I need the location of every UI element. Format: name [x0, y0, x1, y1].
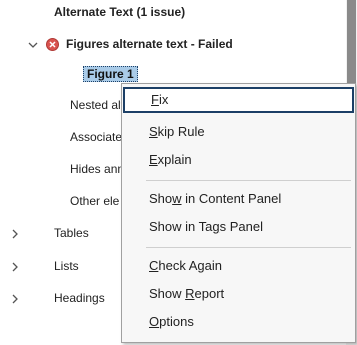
menu-item-fix[interactable]: Fix	[123, 87, 354, 113]
chevron-right-icon[interactable]	[11, 262, 19, 272]
tree-item-label: Lists	[54, 259, 79, 273]
menu-label-pre: Sho	[149, 191, 173, 206]
menu-label-pre: Show	[149, 286, 186, 301]
tree-item-label: Figure 1	[83, 66, 138, 82]
menu-label-accel: g	[212, 219, 220, 234]
tree-item-tables[interactable]: Tables	[54, 224, 89, 242]
tree-item-associated[interactable]: Associate	[70, 128, 122, 146]
tree-item-nested[interactable]: Nested alt	[70, 96, 124, 114]
chevron-right-icon[interactable]	[11, 229, 19, 239]
menu-item-skip-rule[interactable]: Skip Rule	[123, 119, 354, 145]
menu-label-accel: O	[149, 314, 160, 329]
menu-item-show-in-content-panel[interactable]: Show in Content Panel	[123, 186, 354, 212]
menu-item-show-report[interactable]: Show Report	[123, 281, 354, 307]
menu-label-pre: Show in Ta	[149, 219, 213, 234]
tree-item-hides[interactable]: Hides ann	[70, 160, 124, 178]
tree-item-label: Headings	[54, 291, 105, 305]
chevron-right-icon[interactable]	[11, 294, 19, 304]
menu-item-explain[interactable]: Explain	[123, 147, 354, 173]
chevron-down-icon[interactable]	[28, 41, 38, 49]
menu-label-accel: F	[151, 92, 159, 107]
tree-item-lists[interactable]: Lists	[54, 257, 79, 275]
tree-item-headings[interactable]: Headings	[54, 289, 105, 307]
tree-item-label: Alternate Text (1 issue)	[54, 5, 186, 19]
menu-label-post: eport	[194, 286, 225, 301]
tree-item-alternate-text[interactable]: Alternate Text (1 issue)	[54, 3, 185, 21]
menu-label-post: ix	[158, 92, 169, 107]
context-menu: Fix Skip Rule Explain Show in Content Pa…	[121, 83, 356, 343]
menu-label-post: s Panel	[219, 219, 263, 234]
menu-item-show-in-tags-panel[interactable]: Show in Tags Panel	[123, 214, 354, 240]
menu-label-accel: E	[149, 152, 158, 167]
menu-label-post: in Content Panel	[181, 191, 282, 206]
tree-item-other[interactable]: Other ele	[70, 192, 119, 210]
menu-label-accel: S	[149, 124, 158, 139]
tree-item-figures-rule[interactable]: Figures alternate text - Failed	[66, 35, 233, 53]
menu-label-accel: C	[149, 258, 159, 273]
menu-label-post: heck Again	[158, 258, 222, 273]
menu-label-post: xplain	[157, 152, 192, 167]
menu-label-accel: w	[172, 191, 182, 206]
tree-item-label: Other ele	[70, 194, 120, 208]
tree-item-figure-1[interactable]: Figure 1	[83, 65, 138, 83]
menu-label-accel: R	[185, 286, 195, 301]
menu-separator	[146, 247, 351, 248]
tree-item-label: Tables	[54, 226, 89, 240]
menu-label-post: ptions	[159, 314, 194, 329]
tree-item-label: Associate	[70, 130, 123, 144]
menu-separator	[146, 180, 351, 181]
tree-item-label: Hides ann	[70, 162, 125, 176]
menu-label-post: kip Rule	[157, 124, 205, 139]
error-icon	[46, 38, 59, 51]
menu-item-options[interactable]: Options	[123, 309, 354, 335]
menu-item-check-again[interactable]: Check Again	[123, 253, 354, 279]
tree-item-label: Nested alt	[70, 98, 125, 112]
tree-item-label: Figures alternate text - Failed	[66, 37, 233, 51]
